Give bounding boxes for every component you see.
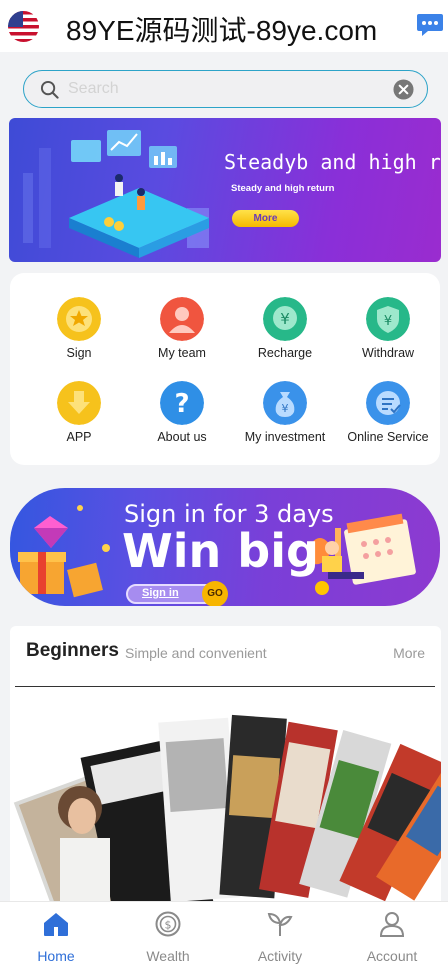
svg-text:¥: ¥ [280, 310, 290, 328]
withdraw-shield-icon: ¥ [366, 297, 410, 341]
tab-label: Account [366, 948, 418, 964]
search-input[interactable] [68, 78, 368, 100]
chat-bubble-icon[interactable] [416, 13, 444, 37]
investment-illustration [23, 130, 209, 258]
team-icon [160, 297, 204, 341]
download-icon [57, 381, 101, 425]
promo-win-big: Win big [122, 524, 319, 578]
promo-sign-in-label: Sign in [142, 587, 179, 599]
menu-item-my-investment[interactable]: ¥ My investment [225, 381, 329, 461]
menu-item-online-service[interactable]: Online Service [328, 381, 432, 461]
tab-home[interactable]: Home [0, 902, 112, 971]
tab-account[interactable]: Account [336, 902, 448, 971]
banner-title: Steadyb and high return [224, 150, 441, 174]
app-title: 89YE源码测试-89ye.com [66, 15, 378, 46]
activity-sprout-icon [267, 912, 293, 936]
menu-item-sign[interactable]: Sign [19, 297, 123, 377]
bottom-tab-bar: Home $ Wealth Activity Account [0, 901, 448, 971]
menu-item-my-team[interactable]: My team [122, 297, 226, 377]
question-icon: ? [160, 381, 204, 425]
tab-label: Activity [257, 948, 303, 964]
svg-text:?: ? [174, 389, 189, 419]
sign-in-promo-banner[interactable]: Sign in for 3 days Win big Sign in GO [10, 488, 440, 606]
beginners-more-link[interactable]: More [393, 645, 425, 661]
banner-more-button[interactable]: More [232, 210, 299, 227]
menu-label: Withdraw [361, 346, 415, 360]
menu-item-recharge[interactable]: ¥ Recharge [225, 297, 329, 377]
svg-text:¥: ¥ [384, 314, 392, 329]
clear-icon[interactable] [393, 79, 414, 100]
hero-banner[interactable]: Steadyb and high return Steady and high … [9, 118, 441, 262]
tab-label: Home [37, 948, 75, 964]
search-bar [23, 70, 428, 108]
svg-text:$: $ [165, 919, 172, 932]
us-flag-icon[interactable] [8, 11, 39, 42]
sign-medal-icon [57, 297, 101, 341]
tab-wealth[interactable]: $ Wealth [112, 902, 224, 971]
account-user-icon [379, 912, 405, 937]
beginners-section: Beginners Simple and convenient More [10, 626, 441, 916]
magazines-image[interactable] [10, 688, 441, 916]
beginners-title: Beginners [26, 640, 119, 661]
tab-label: Wealth [146, 948, 190, 964]
quick-menu: Sign My team ¥ Recharge ¥ Withdraw APP ?… [10, 273, 440, 465]
divider [15, 686, 435, 687]
promo-go-badge: GO [202, 581, 228, 606]
search-icon [40, 80, 59, 99]
service-icon [366, 381, 410, 425]
menu-item-about-us[interactable]: ? About us [122, 381, 226, 461]
app-header: 89YE源码测试-89ye.com [0, 0, 448, 52]
home-icon [44, 913, 68, 936]
svg-text:¥: ¥ [282, 402, 289, 415]
beginners-subtitle: Simple and convenient [125, 645, 267, 661]
tab-activity[interactable]: Activity [224, 902, 336, 971]
menu-item-withdraw[interactable]: ¥ Withdraw [328, 297, 432, 377]
wealth-coin-icon: $ [155, 911, 181, 937]
money-bag-icon: ¥ [263, 381, 307, 425]
banner-subtitle: Steady and high return [231, 183, 335, 194]
promo-sign-in-button[interactable]: Sign in GO [126, 581, 228, 606]
recharge-yen-icon: ¥ [263, 297, 307, 341]
menu-label: Online Service [347, 430, 429, 444]
menu-item-app[interactable]: APP [19, 381, 123, 461]
